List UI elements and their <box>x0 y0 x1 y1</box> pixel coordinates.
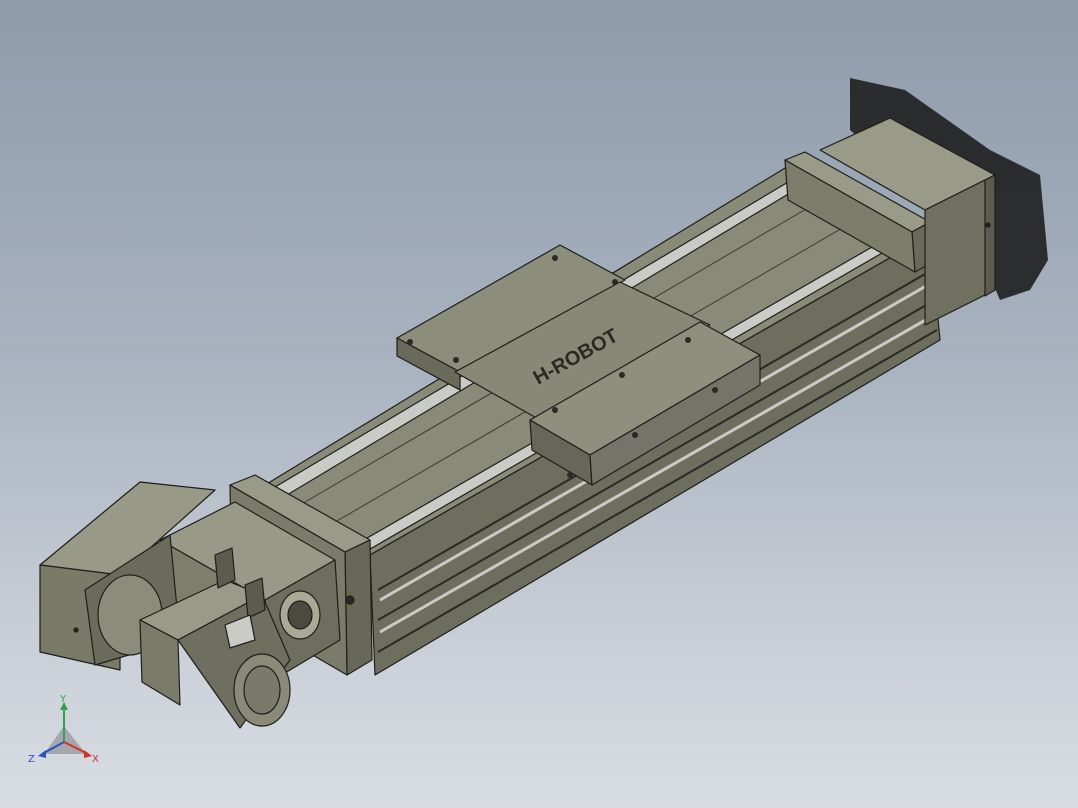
triad-y-label: Y <box>59 694 67 705</box>
triad-x-arrow-icon <box>84 750 92 758</box>
triad-z-label: Z <box>28 754 35 765</box>
3d-viewport[interactable]: H-ROBOT Y X Z <box>0 0 1078 808</box>
coordinate-triad[interactable]: Y X Z <box>24 692 104 772</box>
triad-z-arrow-icon <box>38 750 46 758</box>
triad-x-label: X <box>92 754 99 765</box>
cad-model-view[interactable]: H-ROBOT <box>0 0 1078 808</box>
